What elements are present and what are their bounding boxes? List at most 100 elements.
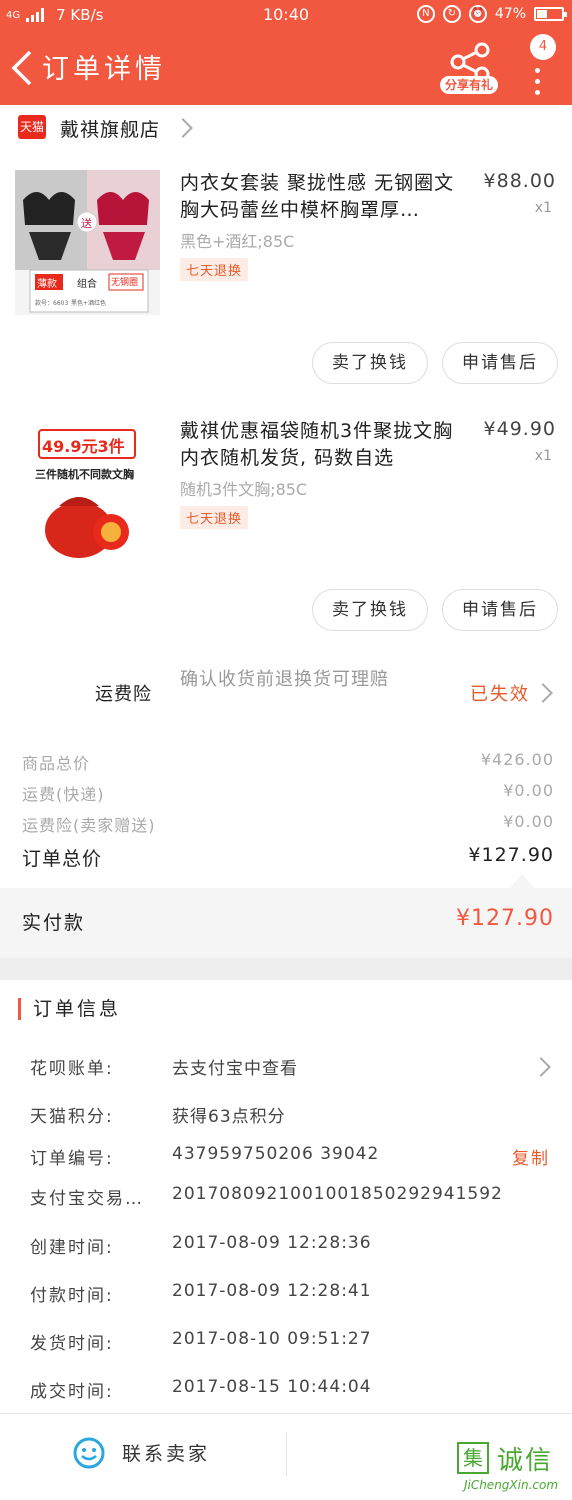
order-total-value: ¥127.90: [468, 844, 554, 866]
status-bar: 4G 7 KB/s 10:40 N ↻ ⏰ 47%: [0, 0, 572, 30]
info-row: 天猫积分: 获得63点积分: [0, 1102, 572, 1134]
info-label: 订单编号:: [30, 1149, 114, 1169]
chat-smile-icon: [73, 1437, 105, 1469]
info-label: 天猫积分:: [30, 1107, 114, 1127]
summary-label: 运费(快递): [22, 785, 105, 804]
info-label: 发货时间:: [30, 1334, 114, 1354]
info-row: 创建时间: 2017-08-09 12:28:36: [0, 1233, 572, 1265]
product-name[interactable]: 内衣女套装 聚拢性感 无钢圈文胸大码蕾丝中模杯胸罩厚…: [180, 170, 470, 224]
info-label: 创建时间:: [30, 1238, 114, 1258]
info-value: 2017080921001001850292941592: [172, 1184, 503, 1204]
page-title: 订单详情: [42, 54, 166, 85]
insurance-status: 已失效: [470, 684, 530, 705]
contact-seller-button[interactable]: 联系卖家: [0, 1414, 286, 1491]
shipping-insurance-row[interactable]: 运费险 确认收货前退换货可理赔 已失效: [0, 662, 572, 724]
store-name: 戴祺旗舰店: [60, 119, 161, 141]
alarm-icon: ⏰: [468, 5, 487, 23]
info-label: 付款时间:: [30, 1286, 114, 1306]
nfc-icon: N: [416, 5, 435, 23]
info-value: 2017-08-09 12:28:41: [172, 1281, 372, 1301]
tmall-badge-icon: 天猫: [18, 115, 46, 139]
thumb-sub-label: 三件随机不同款文胸: [35, 468, 134, 481]
product-quantity: x1: [534, 448, 552, 464]
chevron-right-icon: [533, 683, 553, 703]
huabei-row[interactable]: 花呗账单: 去支付宝中查看: [0, 1054, 572, 1086]
copy-button[interactable]: 复制: [512, 1144, 550, 1169]
pointer-notch: [510, 874, 534, 888]
product-spec: 随机3件文胸;85C: [180, 480, 308, 499]
order-total-label: 订单总价: [22, 848, 103, 870]
summary-label: 商品总价: [22, 754, 91, 773]
summary-label: 运费险(卖家赠送): [22, 816, 156, 835]
actual-payment-label: 实付款: [22, 912, 86, 934]
contact-seller-label: 联系卖家: [122, 1443, 211, 1465]
more-dots-icon: [535, 68, 541, 101]
battery-percent: 47%: [494, 6, 526, 22]
summary-value: ¥0.00: [503, 781, 554, 800]
summary-row: 运费险(卖家赠送) ¥0.00: [0, 812, 572, 840]
thumb-thin-label: 薄款: [37, 279, 57, 290]
thumb-nowire-label: 无钢圈: [111, 278, 139, 288]
info-value: 去支付宝中查看: [172, 1059, 298, 1079]
more-menu-button[interactable]: 4: [520, 34, 560, 95]
info-row: 支付宝交易… 2017080921001001850292941592: [0, 1184, 572, 1216]
product-name[interactable]: 戴祺优惠福袋随机3件聚拢文胸 内衣随机发货, 码数自选: [180, 418, 470, 472]
sell-item-button[interactable]: 卖了换钱: [312, 589, 428, 631]
actual-payment-value: ¥127.90: [456, 906, 554, 931]
notification-badge: 4: [530, 34, 556, 60]
summary-row: 商品总价 ¥426.00: [0, 750, 572, 778]
summary-value: ¥0.00: [503, 812, 554, 831]
after-sales-button[interactable]: 申请售后: [442, 589, 558, 631]
info-value: 2017-08-09 12:28:36: [172, 1233, 372, 1253]
product-spec: 黑色+酒红;85C: [180, 232, 295, 251]
info-value: 获得63点积分: [172, 1107, 286, 1127]
info-label: 成交时间:: [30, 1382, 114, 1402]
thumb-code-label: 款号：6603: [35, 300, 69, 307]
app-header: 4G 7 KB/s 10:40 N ↻ ⏰ 47% 订单详情 分享有礼 4: [0, 0, 572, 105]
info-row: 发货时间: 2017-08-10 09:51:27: [0, 1329, 572, 1361]
store-row[interactable]: 天猫 戴祺旗舰店: [0, 105, 572, 151]
summary-value: ¥426.00: [480, 750, 554, 769]
watermark-logo: 集 诚信 JiChengXin.com: [455, 1440, 567, 1498]
watermark-mark: 集: [457, 1442, 489, 1474]
actual-payment-row: 实付款 ¥127.90: [0, 888, 572, 958]
watermark-site: JiChengXin.com: [463, 1478, 559, 1492]
thumb-promo-label: 49.9元3件: [42, 437, 125, 456]
battery-icon: [534, 7, 567, 21]
chevron-right-icon: [531, 1057, 551, 1077]
lock-rotation-icon: ↻: [442, 5, 461, 23]
insurance-label: 运费险: [95, 684, 152, 705]
watermark-chars: 诚信: [497, 1446, 554, 1476]
product-price: ¥88.00: [483, 170, 556, 192]
share-icon: [450, 42, 490, 80]
share-gift-button[interactable]: 分享有礼: [440, 40, 498, 96]
back-arrow-icon[interactable]: [10, 48, 34, 88]
info-row: 付款时间: 2017-08-09 12:28:41: [0, 1281, 572, 1313]
bar-divider: [286, 1432, 287, 1476]
info-row: 成交时间: 2017-08-15 10:44:04: [0, 1377, 572, 1409]
summary-row: 运费(快递) ¥0.00: [0, 781, 572, 809]
info-value: 2017-08-10 09:51:27: [172, 1329, 372, 1349]
insurance-description: 确认收货前退换货可理赔: [180, 669, 389, 690]
return-policy-tag: 七天退换: [180, 506, 249, 529]
sell-item-button[interactable]: 卖了换钱: [312, 342, 428, 384]
chevron-right-icon: [173, 118, 193, 138]
thumb-combo-label: 组合: [77, 279, 97, 290]
thumb-color-label: 黑色+酒红色: [71, 300, 107, 307]
order-number-value: 437959750206 39042: [172, 1144, 380, 1164]
order-item: 49.9元3件 三件随机不同款文胸 戴祺优惠福袋随机3件聚拢文胸 内衣随机发货,…: [0, 418, 572, 648]
info-value: 2017-08-15 10:44:04: [172, 1377, 372, 1397]
section-divider: [0, 958, 572, 980]
product-thumbnail[interactable]: 49.9元3件 三件随机不同款文胸: [15, 418, 160, 563]
order-info-title: 订单信息: [18, 998, 121, 1020]
thumb-send-label: 送: [81, 217, 92, 230]
product-thumbnail[interactable]: 送 薄款 组合 无钢圈 款号：6603 黑色+酒红色: [15, 170, 160, 315]
info-row: 订单编号: 437959750206 39042 复制: [0, 1144, 572, 1176]
share-gift-label: 分享有礼: [440, 76, 498, 94]
order-total-row: 订单总价 ¥127.90: [0, 844, 572, 872]
order-item: 送 薄款 组合 无钢圈 款号：6603 黑色+酒红色 内衣女套装 聚拢性感 无钢…: [0, 170, 572, 400]
after-sales-button[interactable]: 申请售后: [442, 342, 558, 384]
lingerie-set-image: [15, 170, 160, 315]
product-price: ¥49.90: [483, 418, 556, 440]
return-policy-tag: 七天退换: [180, 258, 249, 281]
